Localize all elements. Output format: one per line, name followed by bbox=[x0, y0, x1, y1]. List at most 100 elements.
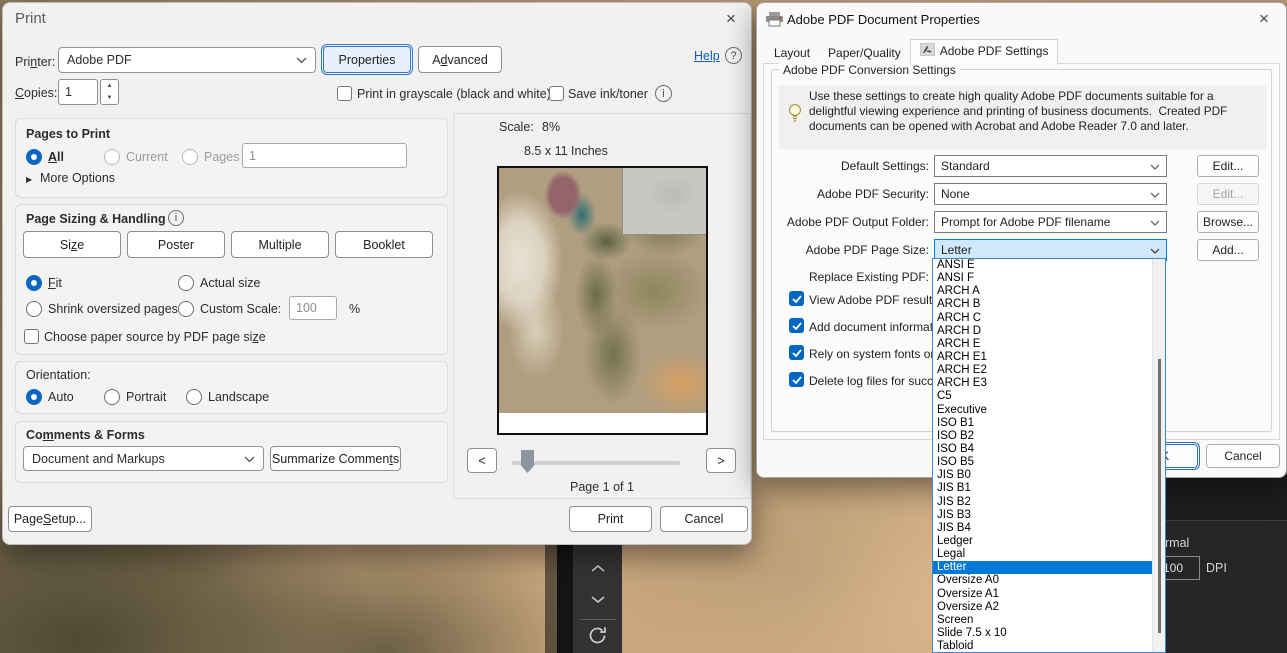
edit-default-settings-button[interactable]: Edit... bbox=[1197, 155, 1259, 177]
page-size-option[interactable]: ARCH E3 bbox=[933, 377, 1152, 390]
page-size-option[interactable]: Letter bbox=[933, 561, 1152, 574]
scroll-up-button[interactable] bbox=[573, 553, 622, 584]
auto-radio[interactable] bbox=[26, 389, 42, 405]
shrink-label: Shrink oversized pages bbox=[48, 302, 178, 316]
page-slider-track[interactable] bbox=[512, 461, 680, 465]
page-size-option[interactable]: ISO B1 bbox=[933, 417, 1152, 430]
page-size-option[interactable]: Oversize A2 bbox=[933, 601, 1152, 614]
size-button[interactable]: Size bbox=[23, 231, 121, 258]
page-size-option[interactable]: ANSI F bbox=[933, 272, 1152, 285]
page-size-option[interactable]: JIS B0 bbox=[933, 469, 1152, 482]
page-size-option[interactable]: Oversize A0 bbox=[933, 574, 1152, 587]
page-size-option[interactable]: ARCH E bbox=[933, 338, 1152, 351]
info-icon[interactable]: i bbox=[168, 210, 184, 226]
page-size-option[interactable]: ANSI E bbox=[933, 259, 1152, 272]
current-radio[interactable] bbox=[104, 149, 120, 165]
default-settings-select[interactable]: Standard bbox=[934, 155, 1167, 177]
dropdown-scrollbar[interactable] bbox=[1152, 259, 1165, 652]
page-slider-thumb[interactable] bbox=[521, 450, 534, 473]
properties-button[interactable]: Properties bbox=[323, 46, 411, 73]
more-options-toggle[interactable]: More Options bbox=[40, 171, 115, 185]
actual-size-radio[interactable] bbox=[178, 275, 194, 291]
page-size-option[interactable]: JIS B1 bbox=[933, 482, 1152, 495]
comments-forms-select[interactable]: Document and Markups bbox=[23, 446, 264, 471]
add-doc-info-checkbox[interactable] bbox=[789, 318, 804, 333]
tab-layout[interactable]: Layout bbox=[765, 43, 819, 64]
page-size-option[interactable]: Executive bbox=[933, 404, 1152, 417]
info-icon[interactable]: i bbox=[655, 85, 672, 102]
portrait-radio[interactable] bbox=[104, 389, 120, 405]
page-size-option[interactable]: ARCH C bbox=[933, 312, 1152, 325]
save-ink-checkbox[interactable] bbox=[549, 86, 564, 101]
page-size-option[interactable]: JIS B3 bbox=[933, 509, 1152, 522]
booklet-button[interactable]: Booklet bbox=[335, 231, 433, 258]
pdf-close-button[interactable]: × bbox=[1252, 7, 1276, 31]
paper-size-label: 8.5 x 11 Inches bbox=[524, 144, 608, 158]
page-size-option[interactable]: JIS B4 bbox=[933, 522, 1152, 535]
multiple-button[interactable]: Multiple bbox=[231, 231, 329, 258]
cancel-button[interactable]: Cancel bbox=[660, 506, 748, 532]
dropdown-scrollbar-thumb[interactable] bbox=[1158, 359, 1161, 633]
summarize-comments-button[interactable]: Summarize Comments bbox=[270, 446, 401, 471]
copies-input[interactable]: 1 bbox=[58, 79, 98, 105]
page-size-option[interactable]: Legal bbox=[933, 548, 1152, 561]
add-page-size-button[interactable]: Add... bbox=[1197, 239, 1259, 261]
view-results-checkbox[interactable] bbox=[789, 291, 804, 306]
fit-radio[interactable] bbox=[26, 275, 42, 291]
poster-button[interactable]: Poster bbox=[127, 231, 225, 258]
page-size-option[interactable]: C5 bbox=[933, 390, 1152, 403]
system-fonts-checkbox[interactable] bbox=[789, 345, 804, 360]
page-size-option[interactable]: Tabloid bbox=[933, 640, 1152, 653]
page-size-option[interactable]: ISO B4 bbox=[933, 443, 1152, 456]
chevron-down-icon bbox=[296, 53, 307, 67]
print-close-button[interactable]: × bbox=[719, 7, 743, 31]
page-size-option[interactable]: ARCH B bbox=[933, 298, 1152, 311]
help-icon[interactable]: ? bbox=[725, 47, 742, 64]
pages-radio[interactable] bbox=[182, 149, 198, 165]
paper-source-checkbox[interactable] bbox=[24, 329, 39, 344]
close-icon: × bbox=[726, 9, 736, 29]
page-size-option[interactable]: ARCH D bbox=[933, 325, 1152, 338]
scroll-down-button[interactable] bbox=[573, 584, 622, 615]
page-size-option[interactable]: ARCH E1 bbox=[933, 351, 1152, 364]
next-page-button[interactable]: > bbox=[706, 448, 736, 473]
all-radio[interactable] bbox=[26, 149, 42, 165]
paper-source-label: Choose paper source by PDF page size bbox=[44, 330, 266, 344]
spinner-down-icon[interactable]: ▼ bbox=[101, 92, 118, 104]
output-folder-select[interactable]: Prompt for Adobe PDF filename bbox=[934, 211, 1167, 233]
printer-select[interactable]: Adobe PDF bbox=[58, 47, 316, 73]
pages-input[interactable]: 1 bbox=[242, 143, 407, 168]
custom-scale-radio[interactable] bbox=[178, 301, 194, 317]
tab-bar: Layout Paper/Quality Adobe PDF Settings bbox=[765, 41, 1058, 64]
page-size-option[interactable]: Oversize A1 bbox=[933, 588, 1152, 601]
print-button[interactable]: Print bbox=[569, 506, 652, 532]
page-size-option[interactable]: Ledger bbox=[933, 535, 1152, 548]
grayscale-checkbox[interactable] bbox=[337, 86, 352, 101]
normal-label: rmal bbox=[1165, 536, 1189, 550]
refresh-button[interactable] bbox=[573, 622, 622, 653]
pdf-security-select[interactable]: None bbox=[934, 183, 1167, 205]
page-size-option[interactable]: ARCH A bbox=[933, 285, 1152, 298]
page-size-option[interactable]: ISO B2 bbox=[933, 430, 1152, 443]
page-size-dropdown-list[interactable]: ANSI EANSI FARCH AARCH BARCH CARCH DARCH… bbox=[932, 258, 1166, 653]
page-size-option[interactable]: Slide 7.5 x 10 bbox=[933, 627, 1152, 640]
custom-scale-input[interactable]: 100 bbox=[289, 296, 337, 320]
page-setup-button[interactable]: Page Setup... bbox=[8, 506, 92, 532]
tab-adobe-pdf-settings[interactable]: Adobe PDF Settings bbox=[910, 39, 1059, 65]
previous-page-button[interactable]: < bbox=[467, 448, 497, 473]
page-size-option[interactable]: Screen bbox=[933, 614, 1152, 627]
help-link[interactable]: Help bbox=[694, 49, 720, 63]
spinner-up-icon[interactable]: ▲ bbox=[101, 80, 118, 92]
page-size-option[interactable]: ISO B5 bbox=[933, 456, 1152, 469]
copies-stepper[interactable]: ▲ ▼ bbox=[100, 79, 119, 105]
landscape-radio[interactable] bbox=[186, 389, 202, 405]
chevron-up-icon bbox=[590, 560, 606, 578]
delete-logs-checkbox[interactable] bbox=[789, 372, 804, 387]
browse-button[interactable]: Browse... bbox=[1197, 211, 1259, 233]
advanced-button[interactable]: Advanced bbox=[418, 46, 502, 73]
shrink-radio[interactable] bbox=[26, 301, 42, 317]
page-size-option[interactable]: ARCH E2 bbox=[933, 364, 1152, 377]
tab-paper-quality[interactable]: Paper/Quality bbox=[819, 43, 910, 64]
page-size-option[interactable]: JIS B2 bbox=[933, 496, 1152, 509]
cancel-button[interactable]: Cancel bbox=[1206, 444, 1280, 468]
